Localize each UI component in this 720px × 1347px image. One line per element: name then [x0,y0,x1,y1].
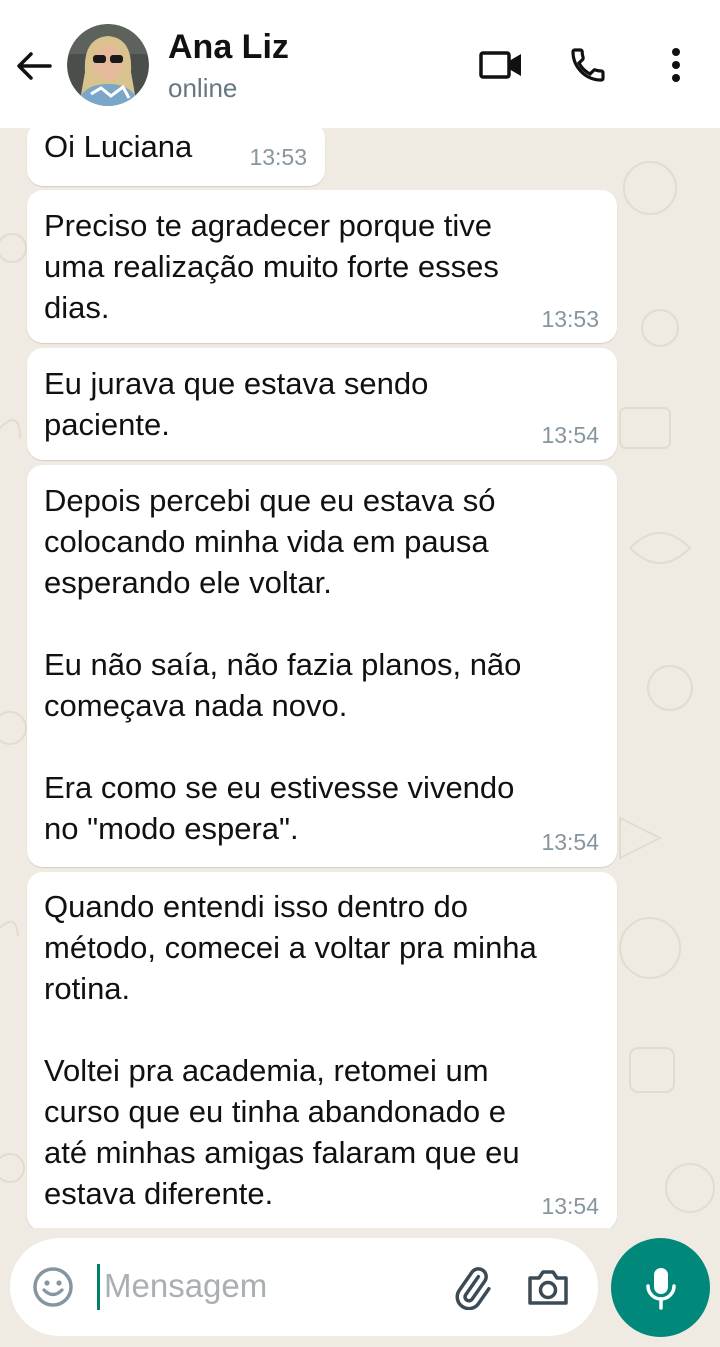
phone-icon[interactable] [567,40,609,90]
mic-icon [645,1267,676,1310]
message-time: 13:54 [541,1193,599,1219]
message-input-bar[interactable]: Mensagem [10,1238,598,1336]
message-text: Depois percebi que eu estava só colocand… [44,483,522,846]
message-text: Oi Luciana [44,129,193,164]
message-time: 13:53 [249,144,307,170]
message-input[interactable]: Mensagem [104,1267,267,1305]
message-bubble[interactable]: Eu jurava que estava sendo paciente. 13:… [27,348,617,460]
contact-status: online [168,73,238,103]
camera-icon[interactable] [526,1266,570,1310]
attach-icon[interactable] [450,1266,494,1311]
mic-button[interactable] [611,1238,710,1337]
avatar[interactable] [67,24,149,106]
video-call-icon[interactable] [478,40,524,90]
emoji-icon[interactable] [32,1266,74,1308]
chat-area[interactable]: Oi Luciana 13:53 Preciso te agradecer po… [0,128,720,1228]
chat-header: Ana Liz online [0,0,720,128]
more-options-icon[interactable] [660,40,692,90]
message-bubble[interactable]: Quando entendi isso dentro do método, co… [27,872,617,1228]
message-bubble[interactable]: Oi Luciana 13:53 [27,128,325,186]
message-time: 13:53 [541,306,599,332]
message-time: 13:54 [541,829,599,855]
back-arrow-icon[interactable] [14,44,54,88]
contact-name[interactable]: Ana Liz [168,28,289,67]
text-caret [97,1264,100,1310]
message-text: Preciso te agradecer porque tive uma rea… [44,208,499,325]
message-text: Eu jurava que estava sendo paciente. [44,366,429,442]
message-time: 13:54 [541,422,599,448]
message-bubble[interactable]: Preciso te agradecer porque tive uma rea… [27,190,617,343]
message-text: Quando entendi isso dentro do método, co… [44,889,537,1211]
message-bubble[interactable]: Depois percebi que eu estava só colocand… [27,465,617,867]
